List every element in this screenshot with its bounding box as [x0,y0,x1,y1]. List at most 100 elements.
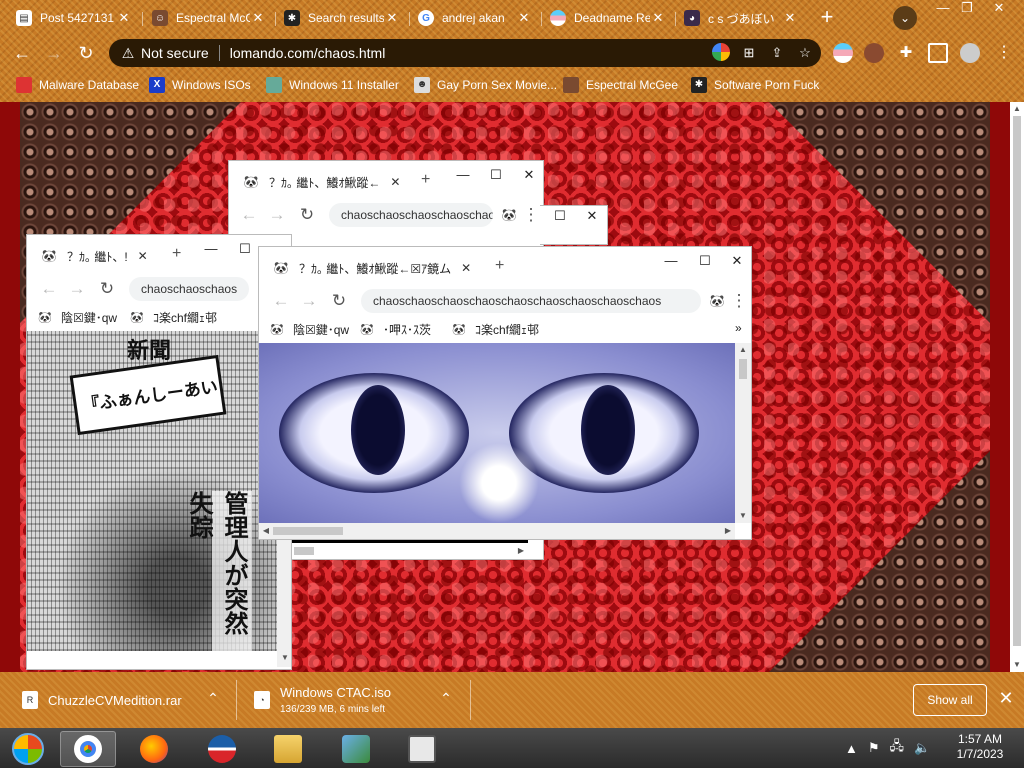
restore-button[interactable]: ❐ [953,0,981,18]
close-download-bar-button[interactable]: ✕ [996,688,1016,710]
scroll-up-icon[interactable]: ▲ [1010,102,1024,116]
scroll-down-icon[interactable]: ▼ [735,509,751,523]
bookmark-windows-11-installer[interactable]: Windows 11 Installer [266,76,399,94]
forward-button[interactable]: → [65,277,89,301]
close-window-button[interactable]: ✕ [985,0,1013,18]
popup-bookmark[interactable]: 🐼 陰☒鍵･qw [37,309,117,326]
close-window-button[interactable]: ✕ [725,251,749,271]
scroll-right-icon[interactable]: ▶ [514,543,528,559]
taskbar-chrome[interactable] [60,731,116,767]
scroll-up-icon[interactable]: ▲ [735,343,751,357]
back-button[interactable]: ← [237,203,261,227]
panda-icon[interactable]: 🐼 [497,203,521,227]
taskbar-store[interactable] [394,731,450,767]
popup-horizontal-scrollbar[interactable]: ▶ [292,540,528,556]
tab-andrej[interactable]: G andrej akan ✕ [410,4,540,32]
popup-bookmark[interactable]: 🐼 陰☒鍵･qw [269,321,349,338]
forward-button[interactable]: → [41,40,67,66]
chevron-up-icon[interactable]: ⌃ [204,690,222,707]
close-window-button[interactable]: ✕ [580,206,604,226]
tab-search-button[interactable]: ⌄ [893,6,917,30]
side-panel-icon[interactable] [928,43,948,63]
tab-search-results[interactable]: ✱ Search results ✕ [276,4,408,32]
tab-post[interactable]: ▤ Post 5427131 ✕ [8,4,140,32]
tray-overflow-icon[interactable]: ▲ [845,741,858,756]
new-tab-button[interactable]: + [172,245,181,263]
minimize-button[interactable]: — [451,165,475,185]
back-button[interactable]: ← [9,40,35,66]
forward-button[interactable]: → [265,203,289,227]
download-item-rar[interactable]: R ChuzzleCVMedition.rar [22,672,182,728]
close-window-button[interactable]: ✕ [517,165,541,185]
minimize-button[interactable]: — [199,239,223,259]
bookmark-malware-database[interactable]: Malware Database [16,76,139,94]
new-tab-button[interactable]: + [421,171,430,189]
security-label[interactable]: Not secure [141,45,209,61]
close-icon[interactable]: ✕ [782,10,798,26]
popup-tab[interactable]: 🐼 ？ｶ｡ 繼ﾄ、鱶ｵ鰍蹤←☒ｱ鏡ム ✕ [267,255,478,281]
volume-icon[interactable]: 🔈 [914,740,930,756]
menu-kebab-icon[interactable]: ⋮ [727,289,751,313]
reload-button[interactable]: ↻ [73,40,99,66]
close-icon[interactable]: ✕ [516,10,532,26]
start-button[interactable] [0,731,56,767]
warning-icon[interactable]: ⚠ [119,45,137,62]
scroll-down-icon[interactable]: ▼ [277,651,291,665]
taskbar-clock[interactable]: 1:57 AM 1/7/2023 [950,732,1010,762]
popup-address-bar[interactable]: chaoschaoschaos [129,277,249,301]
minimize-button[interactable]: — [659,251,683,271]
maximize-button[interactable]: ☐ [548,206,572,226]
new-tab-button[interactable]: + [813,6,841,30]
popup-tab[interactable]: 🐼 ？ｶ｡ 繼ﾄ、! ✕ [35,243,154,269]
forward-button[interactable]: → [297,289,321,313]
reload-button[interactable]: ↻ [95,277,119,301]
scroll-thumb[interactable] [1013,116,1021,646]
trans-flag-extension-icon[interactable] [833,43,853,63]
bookmarks-overflow-button[interactable]: » [735,321,742,335]
puzzle-extensions-icon[interactable]: ✚ [896,43,916,63]
bookmark-software[interactable]: ✱ Software Porn Fuck [691,76,819,94]
popup-address-bar[interactable]: chaoschaoschaoschaoschao [329,203,493,227]
back-button[interactable]: ← [269,289,293,313]
close-icon[interactable]: ✕ [384,10,400,26]
reload-button[interactable]: ↻ [295,203,319,227]
tab-deadname[interactable]: Deadname Re ✕ [542,4,674,32]
download-item-iso[interactable]: ◔ Windows CTAC.iso 136/239 MB, 6 mins le… [254,672,391,728]
close-icon[interactable]: ✕ [138,249,148,263]
close-icon[interactable]: ✕ [390,175,400,189]
scroll-right-icon[interactable]: ▶ [721,523,735,539]
page-scrollbar[interactable]: ▲ ▼ [1010,102,1024,672]
panda-icon[interactable]: 🐼 [705,289,729,313]
tab-espectral[interactable]: ☺ Espectral McG ✕ [144,4,274,32]
chaos-popup-window[interactable]: 🐼 ？ｶ｡ 繼ﾄ、! ✕ + — ☐ ⌄ ← → ↻ chaoschaoscha… [26,234,292,670]
popup-bookmark[interactable]: 🐼 ･呷ｽ･ｽ茨 [359,321,431,338]
chevron-up-icon[interactable]: ⌃ [437,690,455,707]
share-icon[interactable]: ⇪ [765,45,789,61]
popup-bookmark[interactable]: 🐼 ｺ楽chf繝ｪ邨 [129,309,217,326]
close-icon[interactable]: ✕ [461,261,471,275]
maximize-button[interactable]: ☐ [484,165,508,185]
scroll-thumb[interactable] [294,547,314,555]
popup-vertical-scrollbar[interactable]: ▲ ▼ [735,343,751,523]
translate-icon[interactable]: ⊞ [737,45,761,61]
popup-horizontal-scrollbar[interactable]: ◀ ▶ [259,523,735,539]
taskbar-firefox[interactable] [126,731,182,767]
maximize-button[interactable]: ☐ [233,239,257,259]
taskbar-obama[interactable] [194,731,250,767]
bookmark-espectral-mcgee[interactable]: Espectral McGee [563,76,678,94]
tab-anime[interactable]: ◕ c s づあぼい ✕ [676,4,806,32]
taskbar-explorer[interactable] [260,731,316,767]
maximize-button[interactable]: ☐ [693,251,717,271]
show-all-button[interactable]: Show all [913,684,987,716]
url-text[interactable]: lomando.com/chaos.html [230,45,709,61]
scroll-down-icon[interactable]: ▼ [1010,658,1024,672]
scroll-left-icon[interactable]: ◀ [259,523,273,539]
action-center-flag-icon[interactable]: ⚑ [868,740,880,756]
google-lens-icon[interactable] [709,42,733,64]
scroll-thumb[interactable] [273,527,343,535]
reload-button[interactable]: ↻ [327,289,351,313]
popup-tab[interactable]: 🐼 ？ｶ｡ 繼ﾄ、鱶ｵ鰍蹤← ✕ [237,169,407,195]
new-tab-button[interactable]: + [495,257,504,275]
back-button[interactable]: ← [37,277,61,301]
menu-kebab-icon[interactable]: ⋮ [994,43,1014,63]
